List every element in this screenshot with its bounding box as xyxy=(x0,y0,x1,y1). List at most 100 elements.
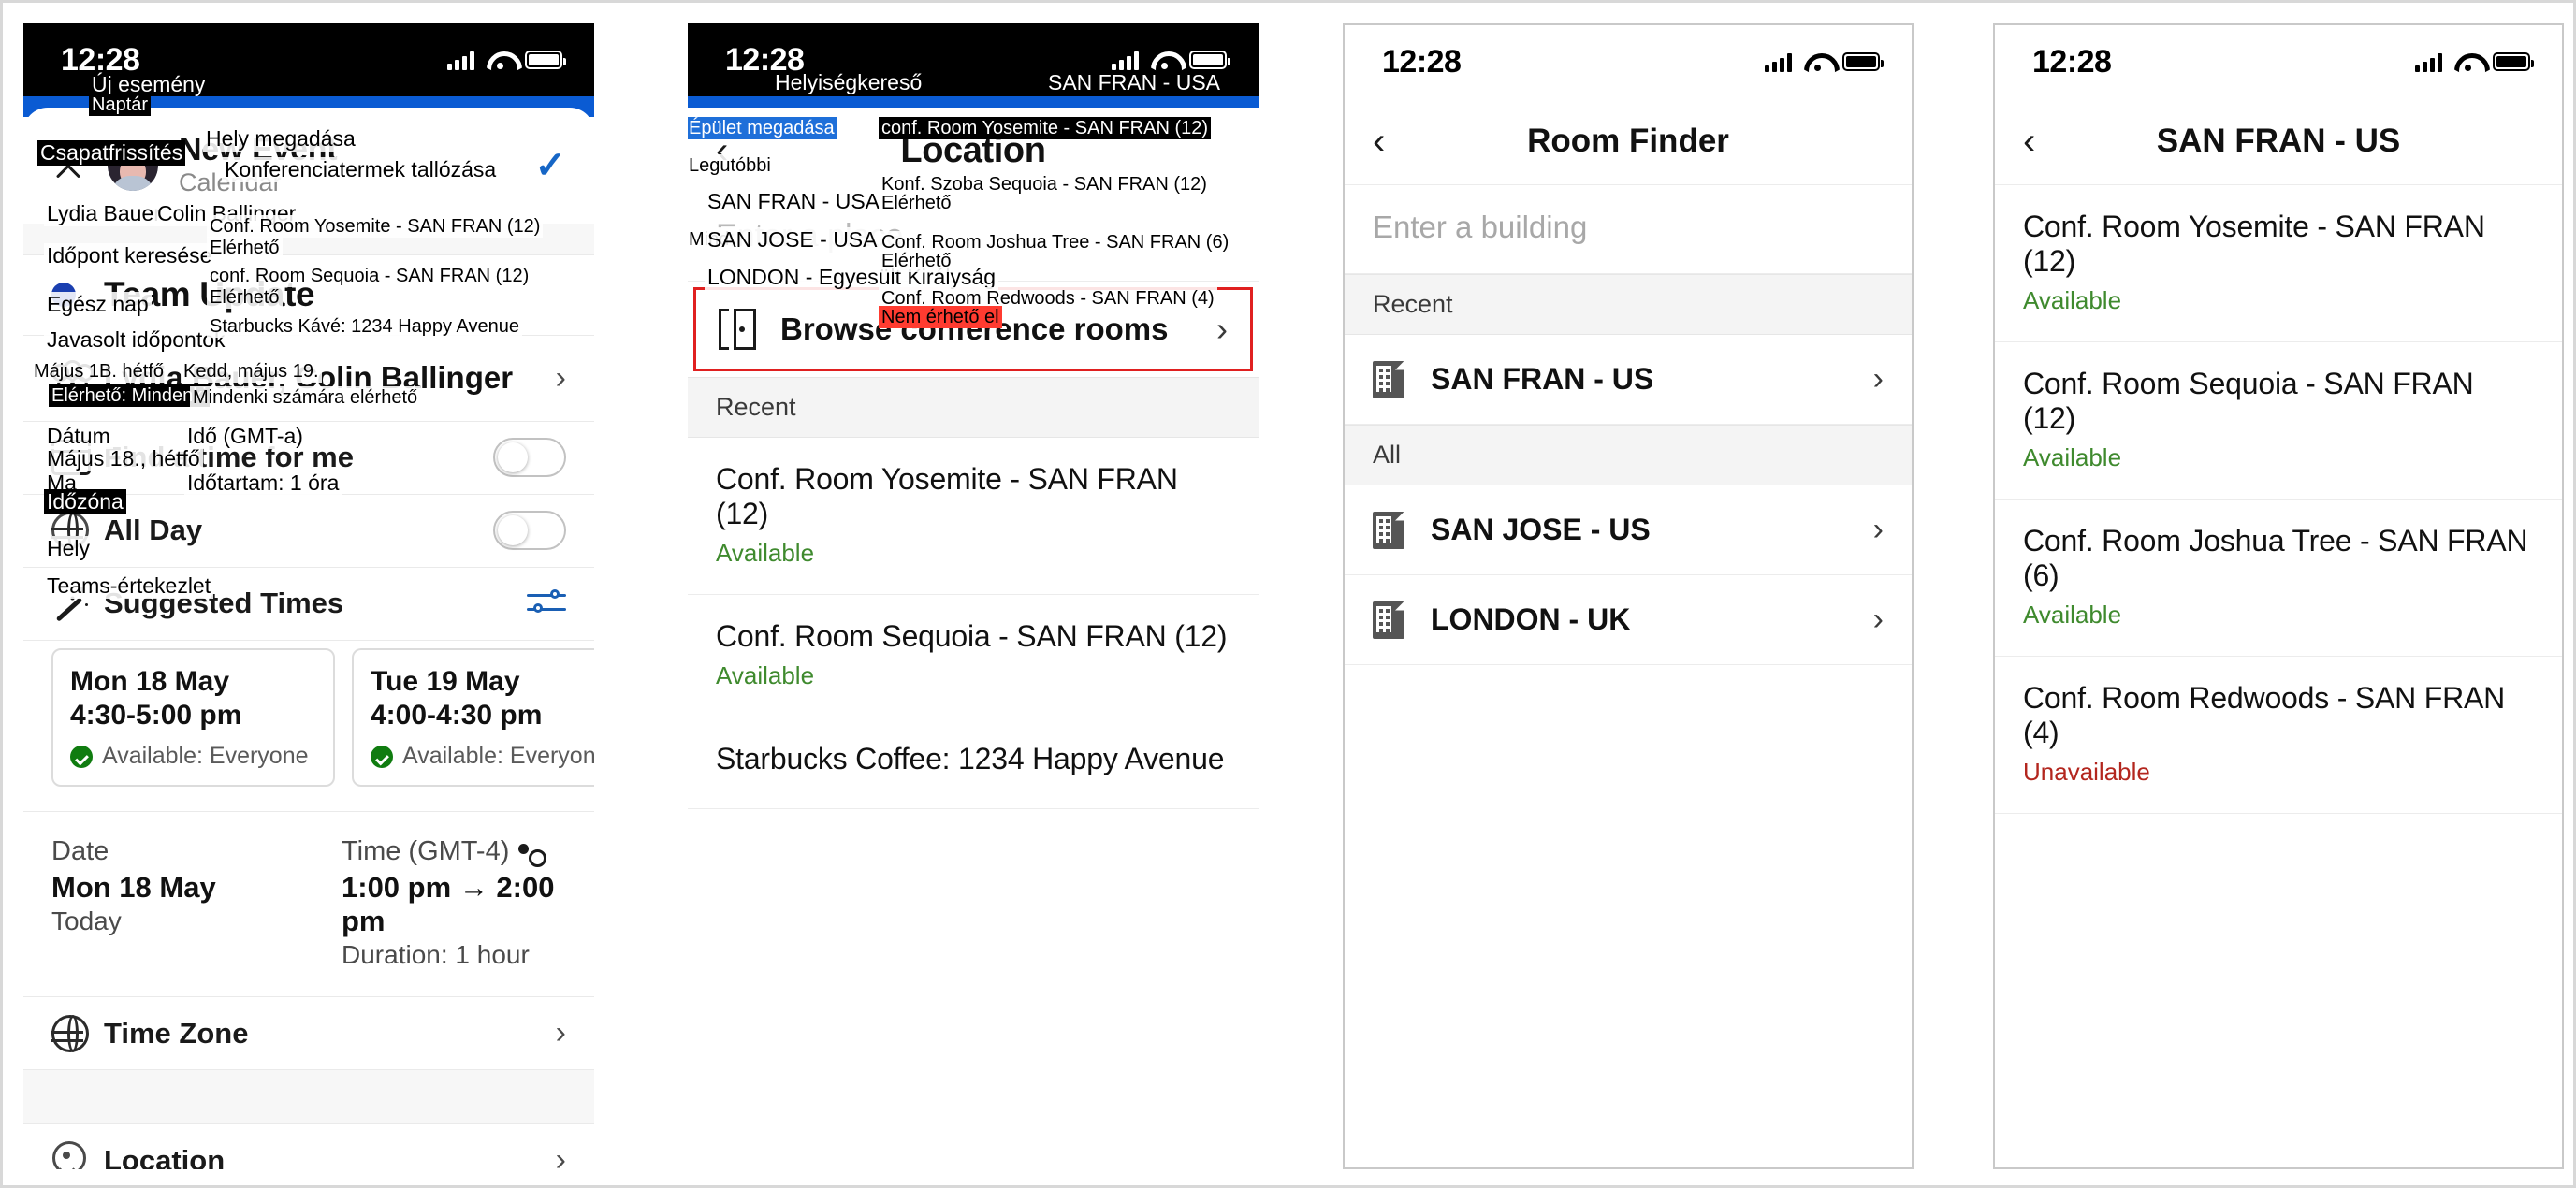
time-zone-row[interactable]: Time Zone › xyxy=(23,997,594,1071)
date-key: Date xyxy=(51,836,109,867)
anno-nem-elerheto: Nem érhető el xyxy=(879,306,1002,328)
time-key: Time (GMT-4) xyxy=(342,836,510,867)
building-icon xyxy=(1373,601,1404,639)
anno-hely-megadasa: Hely megadása xyxy=(203,126,358,152)
wifi-icon xyxy=(1151,50,1177,70)
chevron-right-icon[interactable]: › xyxy=(556,360,566,397)
anno-san-fran-usa: SAN FRAN - USA xyxy=(705,189,883,215)
building-row-london[interactable]: LONDON - UK › xyxy=(1345,575,1912,665)
anno-room-yosemite: conf. Room Yosemite - SAN FRAN (12) xyxy=(879,117,1212,139)
date-time-grid: Date Mon 18 May Today Time (GMT-4) 1:00 … xyxy=(23,812,594,998)
building-name: SAN JOSE - US xyxy=(1431,513,1651,546)
anno-csapatfrissites: Csapatfrissítés xyxy=(37,140,186,167)
cellular-signal-icon xyxy=(447,50,474,70)
filter-sliders-icon[interactable] xyxy=(527,587,566,619)
status-clock: 12:28 xyxy=(1382,43,1462,80)
anno-helyisegkereso: Helyiségkereső xyxy=(775,70,923,94)
check-circle-icon xyxy=(371,745,393,768)
list-item[interactable]: Conf. Room Redwoods - SAN FRAN (4) Unava… xyxy=(1995,657,2562,814)
chevron-right-icon[interactable]: › xyxy=(1873,512,1884,548)
room-status: Available xyxy=(2023,286,2122,314)
status-bar: 12:28 xyxy=(1345,25,1912,98)
building-icon xyxy=(1373,511,1404,549)
suggested-time-card[interactable]: Tue 19 May 4:00-4:30 pm Available: Every… xyxy=(352,647,594,788)
date-cell[interactable]: Date Mon 18 May Today xyxy=(23,812,313,997)
page-title: SAN FRAN - US xyxy=(2156,123,2401,159)
anno-idotartam: Időtartam: 1 óra xyxy=(184,471,342,497)
battery-icon xyxy=(525,51,566,69)
anno-javasolt-idopontok: Javasolt időpontok xyxy=(44,327,228,354)
anno-kedd-majus19: Kedd, május 19. xyxy=(181,360,322,383)
list-item[interactable]: Conf. Room Yosemite - SAN FRAN (12) Avai… xyxy=(688,438,1259,595)
done-button[interactable]: ✓ xyxy=(534,147,566,184)
wifi-icon xyxy=(487,50,513,70)
chevron-right-icon[interactable]: › xyxy=(1216,310,1228,349)
wifi-icon xyxy=(1804,51,1830,72)
anno-room-sequoia: conf. Room Sequoia - SAN FRAN (12) xyxy=(207,265,532,287)
suggestion-availability-label: Available: Everyone xyxy=(402,743,594,770)
room-status: Available xyxy=(2023,443,2122,471)
room-name: Conf. Room Sequoia - SAN FRAN (12) xyxy=(716,619,1228,653)
panel-location: 12:28 ‹ Location Enter a place Browse co… xyxy=(688,23,1259,1169)
suggestion-date: Tue 19 May xyxy=(371,665,520,697)
status-icons xyxy=(447,50,566,70)
list-item[interactable]: Conf. Room Sequoia - SAN FRAN (12) Avail… xyxy=(688,595,1259,717)
time-key-wrap: Time (GMT-4) xyxy=(342,836,566,867)
cellular-signal-icon xyxy=(1765,51,1792,72)
panel-room-finder: 12:28 ‹ Room Finder Enter a building Rec… xyxy=(1343,23,1914,1169)
building-search-input[interactable]: Enter a building xyxy=(1345,185,1912,274)
anno-starbucks: Starbucks Kávé: 1234 Happy Avenue xyxy=(207,315,522,338)
anno-legutobbi: Legutóbbi xyxy=(688,154,774,177)
chevron-right-icon[interactable]: › xyxy=(556,1015,566,1051)
panel-san-fran-rooms: 12:28 ‹ SAN FRAN - US Conf. Room Yosemit… xyxy=(1993,23,2564,1169)
location-row[interactable]: Location › xyxy=(23,1124,594,1169)
suggestion-time: 4:30-5:00 pm xyxy=(70,700,242,732)
globe-icon xyxy=(51,1014,104,1052)
list-item[interactable]: Conf. Room Joshua Tree - SAN FRAN (6) Av… xyxy=(1995,500,2562,657)
all-day-label: All Day xyxy=(104,514,203,547)
status-icons xyxy=(1112,50,1230,70)
building-icon xyxy=(1373,360,1404,398)
find-time-toggle[interactable] xyxy=(493,438,566,478)
all-day-toggle[interactable] xyxy=(493,511,566,551)
room-finder-header: ‹ Room Finder xyxy=(1345,98,1912,185)
battery-icon xyxy=(2493,52,2534,71)
anno-elerheto-2: Elérhető xyxy=(207,286,283,309)
building-name: LONDON - UK xyxy=(1431,602,1631,636)
list-item[interactable]: Conf. Room Yosemite - SAN FRAN (12) Avai… xyxy=(1995,185,2562,342)
status-clock: 12:28 xyxy=(2032,43,2112,80)
anno-mindenki-szamara: Mindenki számára elérhető xyxy=(190,386,421,409)
battery-icon xyxy=(1842,52,1884,71)
chevron-right-icon[interactable]: › xyxy=(1873,361,1884,398)
anno-room-yosemite: Conf. Room Yosemite - SAN FRAN (12) xyxy=(207,215,544,238)
section-gap xyxy=(23,1070,594,1125)
wifi-icon xyxy=(2454,51,2481,72)
room-name: Conf. Room Joshua Tree - SAN FRAN (6) xyxy=(2023,524,2528,592)
status-icons xyxy=(1765,51,1884,72)
suggested-times-list: Mon 18 May 4:30-5:00 pm Available: Every… xyxy=(23,640,594,813)
page-title: Room Finder xyxy=(1527,123,1729,159)
anno-hely: Hely xyxy=(44,536,94,562)
status-icons xyxy=(2415,51,2534,72)
anno-majus18-hetfo: Május 1B. hétfő xyxy=(31,360,167,383)
chevron-right-icon[interactable]: › xyxy=(1873,601,1884,638)
room-status: Available xyxy=(716,661,815,689)
suggestion-availability: Available: Everyone xyxy=(70,743,316,770)
room-status: Unavailable xyxy=(2023,758,2150,786)
group-header-recent: Recent xyxy=(1345,274,1912,335)
building-row-san-fran[interactable]: SAN FRAN - US › xyxy=(1345,335,1912,425)
suggested-time-card[interactable]: Mon 18 May 4:30-5:00 pm Available: Every… xyxy=(51,647,335,788)
time-value: 1:00 pm → 2:00 pm xyxy=(342,871,555,938)
anno-elerheto-mindenki: Elérhető: Mindenki xyxy=(49,384,210,407)
chevron-right-icon[interactable]: › xyxy=(556,1142,566,1169)
room-name: Starbucks Coffee: 1234 Happy Avenue xyxy=(716,742,1225,775)
anno-teams-ertekezlet: Teams-értekezlet xyxy=(44,573,214,600)
cellular-signal-icon xyxy=(1112,50,1139,70)
list-item[interactable]: Conf. Room Sequoia - SAN FRAN (12) Avail… xyxy=(1995,342,2562,500)
time-cell[interactable]: Time (GMT-4) 1:00 pm → 2:00 pm Duration:… xyxy=(313,812,594,996)
people-availability-icon xyxy=(518,842,547,867)
anno-konferenciatermek: Konferenciatermek tallózása xyxy=(222,157,500,183)
building-row-san-jose[interactable]: SAN JOSE - US › xyxy=(1345,485,1912,575)
list-item[interactable]: Starbucks Coffee: 1234 Happy Avenue xyxy=(688,717,1259,809)
room-name: Conf. Room Yosemite - SAN FRAN (12) xyxy=(2023,210,2485,278)
